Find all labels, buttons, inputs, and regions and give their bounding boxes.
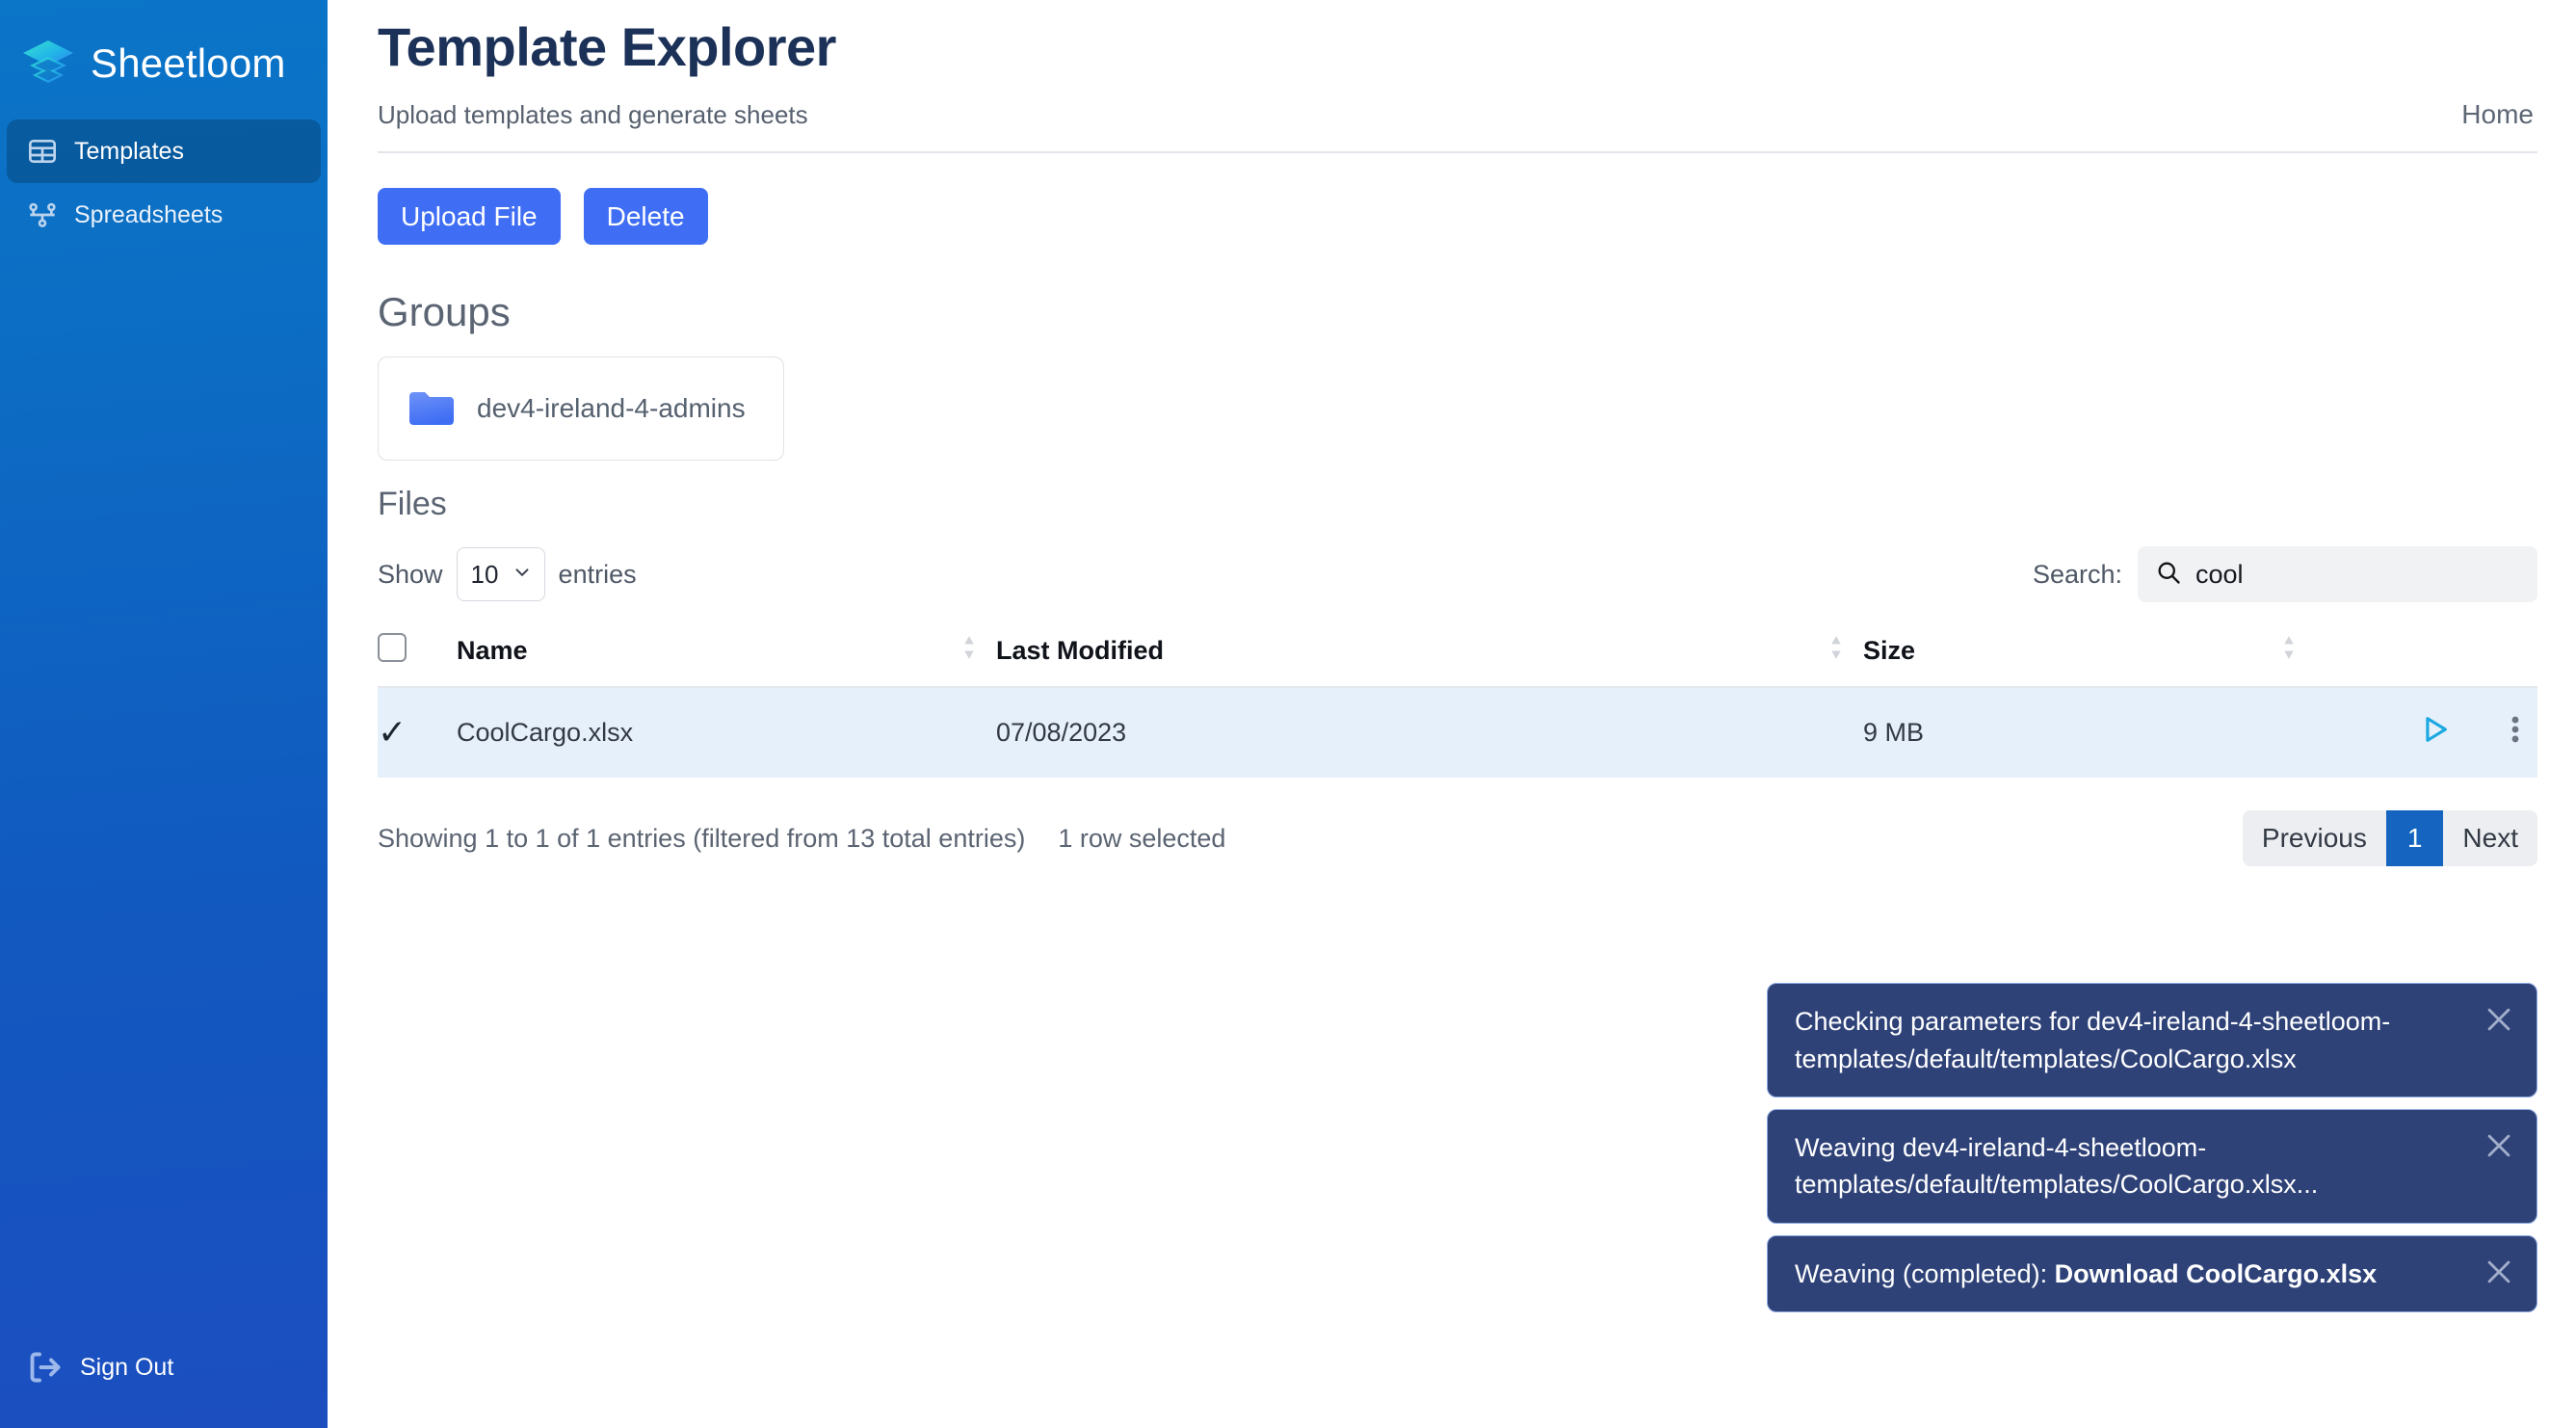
sort-icon — [1830, 635, 1842, 667]
page-length-control: Show 10 entries — [378, 547, 637, 602]
close-icon[interactable] — [2483, 1003, 2515, 1036]
layers-stack-icon — [21, 39, 75, 89]
files-table-head: Name Last Modified Size — [378, 623, 2537, 689]
pagination-next[interactable]: Next — [2443, 810, 2537, 866]
column-header-size[interactable]: Size — [1863, 623, 2316, 689]
entries-label: entries — [558, 559, 637, 589]
search-field[interactable] — [2138, 546, 2537, 603]
sign-out-button[interactable]: Sign Out — [7, 1339, 193, 1395]
sidebar-item-label: Templates — [74, 137, 184, 165]
pagination: Previous 1 Next — [2242, 810, 2537, 867]
table-footer: Showing 1 to 1 of 1 entries (filtered fr… — [378, 810, 2537, 867]
sort-icon — [2283, 635, 2295, 667]
toast-weaving-completed: Weaving (completed): Download CoolCargo.… — [1767, 1234, 2537, 1312]
row-checkbox-cell[interactable]: ✓ — [378, 687, 457, 779]
table-grid-icon — [26, 135, 59, 168]
groups-title: Groups — [378, 289, 511, 335]
search-input[interactable] — [2195, 559, 2537, 590]
home-link[interactable]: Home — [2461, 99, 2537, 130]
delete-button[interactable]: Delete — [583, 188, 708, 246]
main-content: Template Explorer Upload templates and g… — [328, 0, 2576, 1428]
table-info: Showing 1 to 1 of 1 entries (filtered fr… — [378, 823, 1026, 853]
page-size-value: 10 — [470, 559, 499, 589]
page-title: Template Explorer — [378, 16, 836, 77]
table-header-row: Name Last Modified Size — [378, 623, 2537, 689]
brand: Sheetloom — [0, 25, 328, 94]
kebab-menu-icon[interactable] — [2510, 713, 2520, 753]
files-table: Name Last Modified Size ✓ CoolCargo.xlsx… — [378, 623, 2537, 779]
sign-out-label: Sign Out — [80, 1353, 174, 1381]
column-header-last-modified[interactable]: Last Modified — [996, 623, 1863, 689]
toast-message: Weaving (completed): — [1795, 1258, 2055, 1288]
brand-name: Sheetloom — [91, 40, 286, 86]
search-label: Search: — [2032, 559, 2122, 589]
sitemap-icon — [26, 198, 59, 231]
sign-out-icon — [26, 1350, 65, 1385]
sidebar-item-templates[interactable]: Templates — [7, 119, 321, 183]
toast-message: Checking parameters for dev4-ireland-4-s… — [1795, 1007, 2391, 1073]
page-size-select[interactable]: 10 — [456, 547, 545, 602]
upload-file-button[interactable]: Upload File — [378, 188, 561, 246]
show-label: Show — [378, 559, 443, 589]
close-icon[interactable] — [2483, 1256, 2515, 1288]
folder-icon — [407, 388, 456, 429]
toast-message: Weaving dev4-ireland-4-sheetloom-templat… — [1795, 1133, 2319, 1200]
table-row[interactable]: ✓ CoolCargo.xlsx 07/08/2023 9 MB — [378, 687, 2537, 779]
group-card[interactable]: dev4-ireland-4-admins — [378, 357, 784, 462]
sidebar-item-label: Spreadsheets — [74, 200, 223, 228]
column-label: Name — [457, 636, 528, 666]
cell-size: 9 MB — [1863, 687, 2316, 779]
cell-actions — [2316, 687, 2537, 779]
chevron-down-icon — [512, 560, 533, 590]
search-control: Search: — [2032, 546, 2537, 603]
pagination-previous[interactable]: Previous — [2243, 810, 2386, 866]
pagination-page-1[interactable]: 1 — [2385, 810, 2444, 867]
sidebar-nav: Templates Spreadsheets — [0, 119, 328, 247]
sidebar-item-spreadsheets[interactable]: Spreadsheets — [7, 183, 321, 247]
toast-download-link[interactable]: Download CoolCargo.xlsx — [2055, 1259, 2378, 1288]
files-table-body: ✓ CoolCargo.xlsx 07/08/2023 9 MB — [378, 687, 2537, 779]
page-subheader: Upload templates and generate sheets Hom… — [378, 99, 2537, 151]
sidebar: Sheetloom Templates Spreadsheets Sign Ou… — [0, 0, 328, 1428]
cell-last-modified: 07/08/2023 — [996, 687, 1863, 779]
toast-weaving: Weaving dev4-ireland-4-sheetloom-templat… — [1767, 1109, 2537, 1224]
select-all-header — [378, 623, 457, 689]
toolbar: Upload File Delete — [378, 188, 2537, 246]
toast-container: Checking parameters for dev4-ireland-4-s… — [1767, 983, 2537, 1312]
column-label: Size — [1863, 636, 1916, 666]
sort-icon — [963, 635, 975, 667]
toast-checking-parameters: Checking parameters for dev4-ireland-4-s… — [1767, 983, 2537, 1098]
search-icon — [2155, 559, 2182, 591]
close-icon[interactable] — [2483, 1129, 2515, 1162]
app-root: Sheetloom Templates Spreadsheets Sign Ou… — [0, 0, 2576, 1428]
row-checkbox-checked-icon[interactable]: ✓ — [378, 712, 407, 752]
column-header-name[interactable]: Name — [457, 623, 996, 689]
column-header-actions — [2316, 623, 2537, 689]
play-triangle-icon[interactable] — [2418, 713, 2451, 753]
page-subtitle: Upload templates and generate sheets — [378, 100, 808, 129]
files-title: Files — [378, 486, 447, 523]
select-all-checkbox[interactable] — [378, 633, 407, 663]
table-toolbar: Show 10 entries Search: — [378, 546, 2537, 603]
header-divider — [378, 151, 2537, 153]
group-name: dev4-ireland-4-admins — [477, 393, 746, 424]
cell-file-name: CoolCargo.xlsx — [457, 687, 996, 779]
selection-info: 1 row selected — [1058, 823, 1226, 853]
column-label: Last Modified — [996, 636, 1164, 666]
